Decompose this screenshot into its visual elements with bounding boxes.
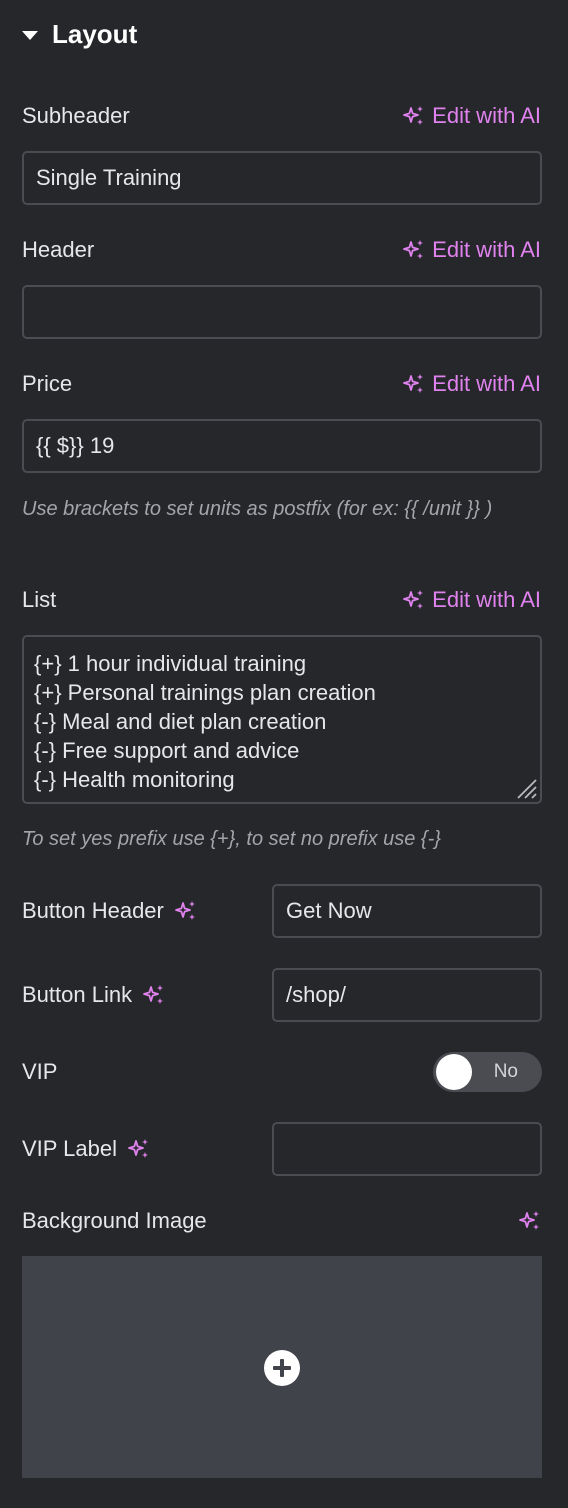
edit-with-ai-label: Edit with AI [432, 237, 541, 262]
vip-label-label: VIP Label [22, 1136, 118, 1161]
price-label: Price [22, 371, 73, 396]
sparkle-icon [403, 106, 424, 125]
list-hint: To set yes prefix use {+}, to set no pre… [22, 828, 441, 850]
list-line: {+} Personal trainings plan creation [34, 680, 376, 705]
header-input[interactable] [22, 285, 542, 339]
section-title: Layout [52, 18, 138, 49]
list-label: List [22, 587, 57, 612]
sparkle-icon [403, 374, 424, 393]
price-hint: Use brackets to set units as postfix (fo… [22, 498, 493, 520]
edit-with-ai-label: Edit with AI [432, 103, 541, 128]
edit-with-ai-label: Edit with AI [432, 371, 541, 396]
price-input-value: {{ $}} 19 [36, 433, 115, 458]
button-link-label: Button Link [22, 982, 133, 1007]
subheader-input[interactable]: Single Training [22, 151, 542, 205]
header-label: Header [22, 237, 95, 262]
subheader-edit-with-ai-button[interactable]: Edit with AI [402, 101, 541, 131]
list-line: {-} Meal and diet plan creation [34, 709, 327, 734]
vip-label-input[interactable] [272, 1122, 542, 1176]
sparkle-icon[interactable] [174, 899, 198, 923]
button-header-label-row: Button Header [22, 896, 198, 926]
vip-toggle-text: No [493, 1061, 518, 1082]
sparkle-icon[interactable] [142, 983, 166, 1007]
background-image-label: Background Image [22, 1208, 207, 1233]
subheader-label: Subheader [22, 103, 130, 128]
button-header-input-value: Get Now [286, 898, 372, 923]
toggle-knob [436, 1054, 472, 1090]
sparkle-icon[interactable] [127, 1137, 151, 1161]
vip-label-label-row: VIP Label [22, 1134, 151, 1164]
plus-circle-icon[interactable] [263, 1349, 301, 1387]
subheader-input-value: Single Training [36, 165, 182, 190]
button-header-label: Button Header [22, 898, 164, 923]
background-image-picker[interactable] [22, 1256, 542, 1478]
sparkle-icon[interactable] [518, 1209, 542, 1233]
button-link-input-value: /shop/ [286, 982, 346, 1007]
price-input[interactable]: {{ $}} 19 [22, 419, 542, 473]
list-edit-with-ai-button[interactable]: Edit with AI [402, 585, 541, 615]
caret-down-icon [22, 30, 38, 40]
button-link-input[interactable]: /shop/ [272, 968, 542, 1022]
price-edit-with-ai-button[interactable]: Edit with AI [402, 369, 541, 399]
header-edit-with-ai-button[interactable]: Edit with AI [402, 235, 541, 265]
button-link-label-row: Button Link [22, 980, 166, 1010]
button-header-input[interactable]: Get Now [272, 884, 542, 938]
vip-toggle[interactable]: No [433, 1052, 542, 1092]
list-textarea[interactable]: {+} 1 hour individual training {+} Perso… [22, 635, 542, 804]
layout-panel: Layout Subheader Edit with AI Single Tra… [0, 0, 568, 1508]
section-header-layout[interactable]: Layout [22, 16, 137, 52]
edit-with-ai-label: Edit with AI [432, 587, 541, 612]
resize-grip-icon[interactable] [512, 774, 538, 800]
list-line: {+} 1 hour individual training [34, 651, 307, 676]
list-line: {-} Health monitoring [34, 767, 235, 792]
vip-label: VIP [22, 1059, 58, 1084]
list-line: {-} Free support and advice [34, 738, 300, 763]
sparkle-icon [403, 240, 424, 259]
sparkle-icon [403, 590, 424, 609]
